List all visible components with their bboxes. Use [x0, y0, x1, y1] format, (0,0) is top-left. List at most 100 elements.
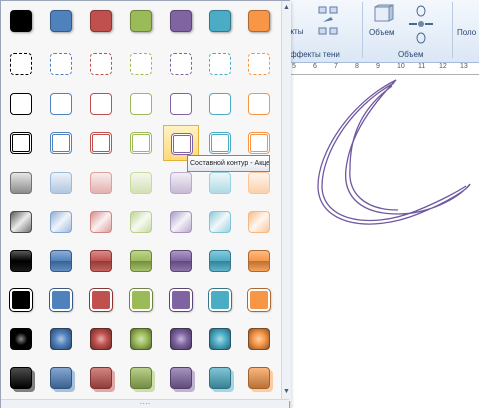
style-option-dashed-outline-4[interactable] [123, 46, 159, 82]
style-option-bevel-fill-3[interactable] [83, 282, 119, 318]
style-swatch [248, 172, 270, 194]
style-option-diagonal-gradient-2[interactable] [43, 204, 79, 240]
style-option-compound-outline-3[interactable] [83, 125, 119, 161]
style-option-dashed-outline-6[interactable] [202, 46, 238, 82]
style-swatch [90, 211, 112, 233]
position-button-label[interactable]: Поло [457, 28, 476, 37]
style-option-light-gradient-1[interactable] [3, 165, 39, 201]
style-option-thin-outline-5[interactable] [163, 86, 199, 122]
style-option-offset-3d-2[interactable] [43, 360, 79, 396]
style-option-diagonal-gradient-3[interactable] [83, 204, 119, 240]
style-option-diagonal-gradient-4[interactable] [123, 204, 159, 240]
style-swatch [248, 53, 270, 75]
style-option-radial-glow-4[interactable] [123, 321, 159, 357]
style-option-light-gradient-2[interactable] [43, 165, 79, 201]
ruler-tick: 6 [313, 63, 317, 70]
style-option-solid-fill-6[interactable] [202, 3, 238, 39]
style-swatch [209, 328, 231, 350]
style-option-diagonal-gradient-1[interactable] [3, 204, 39, 240]
style-option-diagonal-gradient-5[interactable] [163, 204, 199, 240]
3d-cube-icon[interactable] [372, 4, 394, 26]
style-option-thin-outline-4[interactable] [123, 86, 159, 122]
3d-button-label[interactable]: Объем [369, 28, 395, 37]
style-option-bevel-fill-2[interactable] [43, 282, 79, 318]
ruler-tick: 5 [292, 63, 296, 70]
crescent-shape[interactable] [308, 74, 479, 234]
style-swatch [209, 172, 231, 194]
shadow-nudge-icons[interactable] [318, 4, 344, 44]
style-option-solid-fill-2[interactable] [43, 3, 79, 39]
style-option-dashed-outline-3[interactable] [83, 46, 119, 82]
ruler-tick: 11 [418, 63, 426, 70]
style-option-solid-fill-7[interactable] [241, 3, 277, 39]
style-option-thin-outline-6[interactable] [202, 86, 238, 122]
style-option-diagonal-gradient-7[interactable] [241, 204, 277, 240]
style-option-solid-fill-3[interactable] [83, 3, 119, 39]
style-option-radial-glow-7[interactable] [241, 321, 277, 357]
style-option-thin-outline-1[interactable] [3, 86, 39, 122]
3d-group-label: Объем [398, 50, 424, 59]
style-option-light-gradient-3[interactable] [83, 165, 119, 201]
style-swatch [170, 367, 192, 389]
style-option-radial-glow-2[interactable] [43, 321, 79, 357]
scrollbar[interactable]: ▲ ▼ [281, 1, 291, 401]
style-swatch [170, 250, 192, 272]
style-option-dashed-outline-7[interactable] [241, 46, 277, 82]
style-option-solid-fill-4[interactable] [123, 3, 159, 39]
style-option-radial-glow-5[interactable] [163, 321, 199, 357]
style-option-glossy-1[interactable] [3, 243, 39, 279]
style-option-bevel-fill-1[interactable] [3, 282, 39, 318]
style-option-solid-fill-5[interactable] [163, 3, 199, 39]
style-swatch [50, 10, 72, 32]
ruler-tick: 9 [376, 63, 380, 70]
style-option-compound-outline-4[interactable] [123, 125, 159, 161]
style-swatch [90, 93, 112, 115]
style-swatch [248, 328, 270, 350]
style-option-dashed-outline-1[interactable] [3, 46, 39, 82]
style-option-dashed-outline-5[interactable] [163, 46, 199, 82]
style-option-compound-outline-1[interactable] [3, 125, 39, 161]
style-swatch [130, 367, 152, 389]
scroll-down-icon[interactable]: ▼ [282, 387, 291, 396]
style-option-offset-3d-3[interactable] [83, 360, 119, 396]
style-option-solid-fill-1[interactable] [3, 3, 39, 39]
style-option-glossy-4[interactable] [123, 243, 159, 279]
style-option-glossy-3[interactable] [83, 243, 119, 279]
style-option-offset-3d-7[interactable] [241, 360, 277, 396]
style-swatch [50, 289, 72, 311]
ruler-tick: 10 [397, 63, 405, 70]
style-option-radial-glow-6[interactable] [202, 321, 238, 357]
style-option-diagonal-gradient-6[interactable] [202, 204, 238, 240]
style-swatch [170, 172, 192, 194]
style-option-offset-3d-1[interactable] [3, 360, 39, 396]
style-option-glossy-6[interactable] [202, 243, 238, 279]
style-swatch [209, 53, 231, 75]
style-swatch [50, 250, 72, 272]
resize-grip[interactable]: ···· [1, 399, 289, 408]
style-option-thin-outline-3[interactable] [83, 86, 119, 122]
shape-styles-gallery[interactable]: ▲ ▼ ···· [0, 0, 291, 408]
3d-tilt-icons[interactable] [404, 4, 438, 48]
style-option-radial-glow-3[interactable] [83, 321, 119, 357]
style-option-glossy-7[interactable] [241, 243, 277, 279]
style-option-dashed-outline-2[interactable] [43, 46, 79, 82]
style-option-offset-3d-5[interactable] [163, 360, 199, 396]
style-option-compound-outline-2[interactable] [43, 125, 79, 161]
style-option-thin-outline-2[interactable] [43, 86, 79, 122]
style-option-bevel-fill-6[interactable] [202, 282, 238, 318]
style-swatch [50, 367, 72, 389]
style-option-light-gradient-4[interactable] [123, 165, 159, 201]
scroll-up-icon[interactable]: ▲ [282, 3, 291, 12]
ruler-tick: 8 [355, 63, 359, 70]
style-option-offset-3d-4[interactable] [123, 360, 159, 396]
style-option-glossy-5[interactable] [163, 243, 199, 279]
style-option-bevel-fill-7[interactable] [241, 282, 277, 318]
style-option-thin-outline-7[interactable] [241, 86, 277, 122]
style-option-glossy-2[interactable] [43, 243, 79, 279]
style-swatch [50, 328, 72, 350]
style-option-radial-glow-1[interactable] [3, 321, 39, 357]
style-option-bevel-fill-4[interactable] [123, 282, 159, 318]
style-option-offset-3d-6[interactable] [202, 360, 238, 396]
style-option-bevel-fill-5[interactable] [163, 282, 199, 318]
tooltip: Составной контур - Акцент 4 [187, 155, 270, 172]
